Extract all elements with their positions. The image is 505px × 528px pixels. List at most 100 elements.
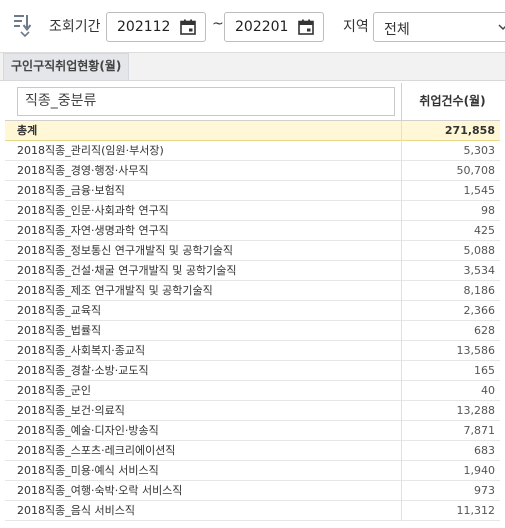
- column-divider: [401, 421, 402, 441]
- table-row[interactable]: 2018직종_예술·디자인·방송직 7,871: [5, 421, 500, 441]
- row-count: 7,871: [463, 424, 496, 437]
- row-count: 13,586: [456, 344, 496, 357]
- row-occupation: 2018직종_여행·숙박·오락 서비스직: [17, 484, 183, 497]
- period-from-value: 202112: [117, 19, 171, 35]
- row-occupation: 2018직종_금융·보험직: [17, 184, 125, 197]
- column-divider: [401, 121, 402, 141]
- table-row[interactable]: 2018직종_사회복지·종교직 13,586: [5, 341, 500, 361]
- column-header-occupation[interactable]: 직종_중분류: [17, 87, 395, 116]
- tab-strip: 구인구직취업현황(월): [0, 53, 505, 81]
- row-occupation: 2018직종_자연·생명과학 연구직: [17, 224, 169, 237]
- row-count: 425: [474, 224, 495, 237]
- column-divider: [401, 361, 402, 381]
- row-occupation: 2018직종_관리직(임원·부서장): [17, 144, 164, 157]
- row-occupation: 2018직종_인문·사회과학 연구직: [17, 204, 169, 217]
- table-row[interactable]: 2018직종_경찰·소방·교도직 165: [5, 361, 500, 381]
- column-divider: [401, 501, 402, 521]
- row-count: 165: [474, 364, 495, 377]
- table-row[interactable]: 2018직종_스포츠·레크리에이션직 683: [5, 441, 500, 461]
- row-count: 1,940: [463, 464, 496, 477]
- column-divider: [401, 441, 402, 461]
- column-divider: [401, 381, 402, 401]
- row-occupation: 2018직종_보건·의료직: [17, 404, 125, 417]
- period-tilde: ~: [212, 16, 224, 32]
- grid-header: 직종_중분류 취업건수(월): [5, 83, 500, 121]
- table-row[interactable]: 2018직종_미용·예식 서비스직 1,940: [5, 461, 500, 481]
- period-to-value: 202201: [235, 19, 289, 35]
- row-count: 11,312: [456, 504, 496, 517]
- table-row[interactable]: 2018직종_음식 서비스직 11,312: [5, 501, 500, 521]
- row-count: 13,288: [456, 404, 496, 417]
- row-occupation: 총계: [17, 124, 38, 137]
- region-select-value: 전체: [384, 22, 410, 38]
- table-row[interactable]: 2018직종_경영·행정·사무직 50,708: [5, 161, 500, 181]
- tab-employment-status[interactable]: 구인구직취업현황(월): [3, 53, 130, 80]
- table-row[interactable]: 2018직종_보건·의료직 13,288: [5, 401, 500, 421]
- row-count: 2,366: [463, 304, 496, 317]
- row-occupation: 2018직종_사회복지·종교직: [17, 344, 146, 357]
- column-divider: [401, 83, 402, 120]
- column-divider: [401, 221, 402, 241]
- row-occupation: 2018직종_정보통신 연구개발직 및 공학기술직: [17, 244, 234, 257]
- row-occupation: 2018직종_스포츠·레크리에이션직: [17, 444, 176, 457]
- row-count: 683: [474, 444, 495, 457]
- row-count: 40: [481, 384, 495, 397]
- row-count: 628: [474, 324, 495, 337]
- region-label: 지역: [343, 19, 369, 35]
- row-occupation: 2018직종_군인: [17, 384, 91, 397]
- column-divider: [401, 481, 402, 501]
- period-label: 조회기간: [49, 19, 101, 35]
- row-occupation: 2018직종_교육직: [17, 304, 102, 317]
- table-row[interactable]: 2018직종_교육직 2,366: [5, 301, 500, 321]
- table-row[interactable]: 2018직종_금융·보험직 1,545: [5, 181, 500, 201]
- column-divider: [401, 261, 402, 281]
- column-divider: [401, 241, 402, 261]
- column-divider: [401, 201, 402, 221]
- row-occupation: 2018직종_제조 연구개발직 및 공학기술직: [17, 284, 213, 297]
- row-occupation: 2018직종_예술·디자인·방송직: [17, 424, 159, 437]
- sort-icon[interactable]: [12, 12, 34, 38]
- row-occupation: 2018직종_음식 서비스직: [17, 504, 135, 517]
- table-row[interactable]: 2018직종_정보통신 연구개발직 및 공학기술직 5,088: [5, 241, 500, 261]
- data-grid: 직종_중분류 취업건수(월) 총계 271,858 2018직종_관리직(임원·부서…: [5, 83, 500, 528]
- table-row[interactable]: 2018직종_인문·사회과학 연구직 98: [5, 201, 500, 221]
- row-occupation: 2018직종_경영·행정·사무직: [17, 164, 149, 177]
- row-count: 8,186: [463, 284, 496, 297]
- row-occupation: 2018직종_건설·채굴 연구개발직 및 공학기술직: [17, 264, 237, 277]
- column-divider: [401, 181, 402, 201]
- table-row[interactable]: 2018직종_법률직 628: [5, 321, 500, 341]
- row-count: 271,858: [444, 124, 495, 137]
- row-count: 50,708: [456, 164, 496, 177]
- row-occupation: 2018직종_법률직: [17, 324, 102, 337]
- column-divider: [401, 161, 402, 181]
- column-divider: [401, 461, 402, 481]
- row-occupation: 2018직종_미용·예식 서비스직: [17, 464, 159, 477]
- row-occupation: 2018직종_경찰·소방·교도직: [17, 364, 149, 377]
- calendar-icon[interactable]: [298, 19, 314, 35]
- row-count: 3,534: [463, 264, 496, 277]
- column-header-count[interactable]: 취업건수(월): [405, 87, 500, 116]
- region-select[interactable]: 전체: [373, 12, 505, 42]
- table-row[interactable]: 2018직종_여행·숙박·오락 서비스직 973: [5, 481, 500, 501]
- chevron-down-icon: [498, 20, 505, 36]
- row-count: 5,088: [463, 244, 496, 257]
- row-count: 973: [474, 484, 495, 497]
- column-divider: [401, 281, 402, 301]
- table-row[interactable]: 2018직종_건설·채굴 연구개발직 및 공학기술직 3,534: [5, 261, 500, 281]
- row-count: 1,545: [463, 184, 496, 197]
- filter-bar: 조회기간 202112 ~ 202201 지역 전체: [0, 0, 505, 52]
- table-row[interactable]: 2018직종_자연·생명과학 연구직 425: [5, 221, 500, 241]
- column-divider: [401, 141, 402, 161]
- table-row[interactable]: 2018직종_군인 40: [5, 381, 500, 401]
- period-from-field[interactable]: 202112: [106, 12, 206, 42]
- grid-body: 총계 271,858 2018직종_관리직(임원·부서장) 5,303 2018직종_경…: [5, 121, 500, 521]
- column-divider: [401, 341, 402, 361]
- column-divider: [401, 321, 402, 341]
- table-row[interactable]: 2018직종_관리직(임원·부서장) 5,303: [5, 141, 500, 161]
- period-to-field[interactable]: 202201: [224, 12, 324, 42]
- calendar-icon[interactable]: [180, 19, 196, 35]
- table-row[interactable]: 2018직종_제조 연구개발직 및 공학기술직 8,186: [5, 281, 500, 301]
- row-count: 98: [481, 204, 495, 217]
- total-row[interactable]: 총계 271,858: [5, 121, 500, 141]
- column-divider: [401, 301, 402, 321]
